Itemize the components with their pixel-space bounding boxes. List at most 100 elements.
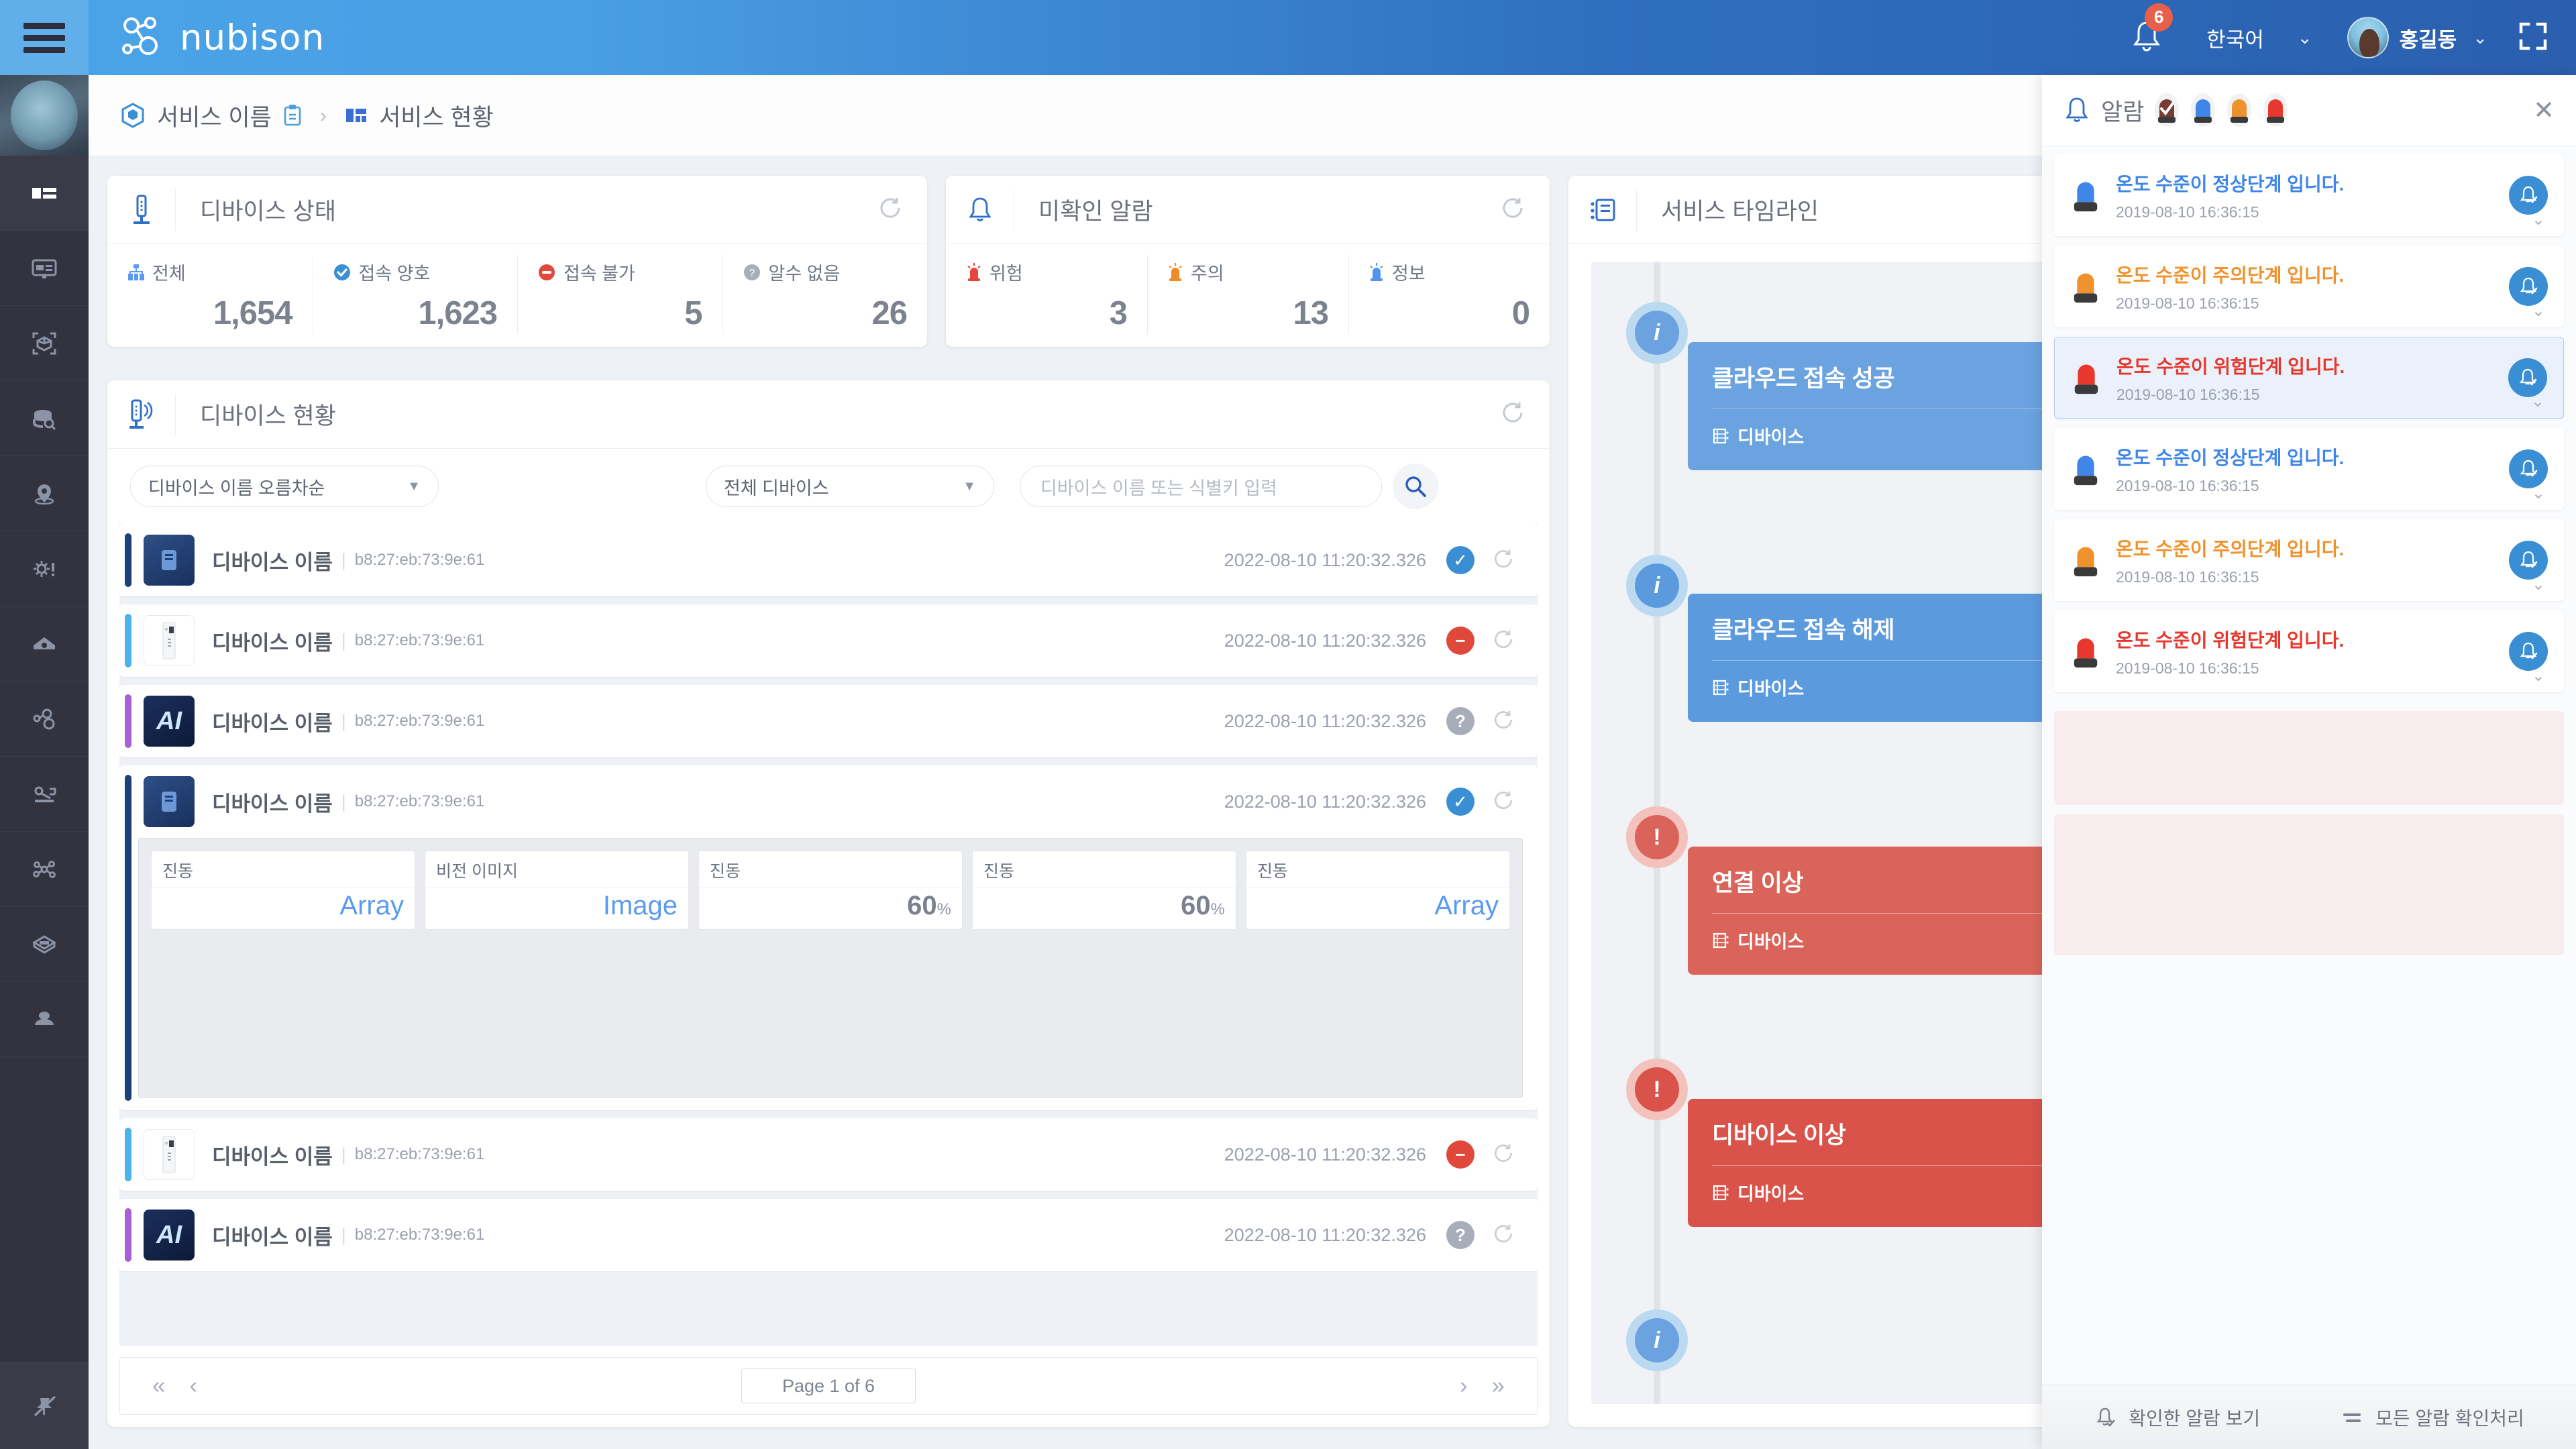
search-input[interactable]: 디바이스 이름 또는 식별키 입력 — [1020, 466, 1382, 507]
lamp-filter-all-checked[interactable] — [2153, 93, 2180, 129]
row-refresh-icon[interactable] — [1492, 628, 1515, 654]
chevron-down-icon[interactable]: ⌄ — [2532, 484, 2545, 503]
alarm-stat-danger: 위험 3 — [946, 244, 1147, 345]
chevron-down-icon[interactable]: ⌄ — [2298, 28, 2312, 48]
sensor-value[interactable]: Array — [339, 891, 404, 920]
sidebar-item-database-search[interactable] — [0, 381, 89, 456]
timeline-event-key: 디바이스 — [1737, 932, 1805, 952]
refresh-icon[interactable] — [1500, 195, 1525, 224]
list-icon — [2343, 1413, 2361, 1422]
breadcrumb-service[interactable]: 서비스 이름 — [119, 99, 303, 133]
sidebar-item-monitor[interactable] — [0, 231, 89, 306]
list-item[interactable]: 온도 수준이 위험단계 입니다. 2019-08-10 16:36:15 ⌄ — [2054, 610, 2564, 692]
stat-total-value: 1,654 — [213, 295, 293, 331]
sidebar-item-location[interactable] — [0, 456, 89, 531]
clipboard-icon[interactable] — [282, 104, 303, 127]
sensor-tile[interactable]: 진동 Array — [1246, 851, 1510, 930]
alarm-time: 2019-08-10 16:36:15 — [2116, 294, 2259, 312]
row-refresh-icon[interactable] — [1492, 789, 1515, 815]
row-refresh-icon[interactable] — [1492, 708, 1515, 735]
chevron-down-icon[interactable]: ⌄ — [2532, 301, 2545, 321]
left-sidebar — [0, 75, 89, 1449]
refresh-icon[interactable] — [877, 195, 903, 224]
alarm-message: 온도 수준이 정상단계 입니다. — [2116, 173, 2345, 195]
breadcrumb-separator: › — [319, 103, 327, 127]
alarm-time: 2019-08-10 16:36:15 — [2116, 659, 2259, 677]
hamburger-menu-button[interactable] — [0, 0, 89, 75]
breadcrumb-page[interactable]: 서비스 현황 — [344, 99, 494, 133]
sidebar-item-network-nodes[interactable] — [0, 682, 89, 757]
device-filter-select[interactable]: 전체 디바이스 ▼ — [706, 466, 994, 507]
user-chevron-down-icon[interactable]: ⌄ — [2473, 28, 2487, 48]
pagination-next-button[interactable]: › — [1448, 1373, 1480, 1399]
confirm-alarm-button[interactable] — [2509, 632, 2548, 671]
confirm-alarm-button[interactable] — [2509, 449, 2548, 488]
sidebar-unpin-button[interactable] — [0, 1362, 89, 1449]
sidebar-item-box-scan[interactable] — [0, 306, 89, 381]
table-row[interactable]: AI 디바이스 이름 | b8:27:eb:73:9e:61 2022-08-1… — [119, 1199, 1538, 1271]
sidebar-item-molecule[interactable] — [0, 832, 89, 907]
sidebar-item-dashboard[interactable] — [0, 156, 89, 231]
lamp-filter-orange[interactable] — [2226, 93, 2253, 129]
fullscreen-icon[interactable] — [2518, 21, 2548, 54]
sort-select[interactable]: 디바이스 이름 오름차순 ▼ — [130, 466, 439, 507]
sensor-tile[interactable]: 진동 Array — [151, 851, 415, 930]
sensor-label: 진동 — [152, 851, 415, 888]
refresh-icon[interactable] — [1500, 400, 1525, 429]
alarm-panel-header: 알람 ✕ — [2042, 75, 2576, 146]
table-row[interactable]: 디바이스 이름 | b8:27:eb:73:9e:61 2022-08-10 1… — [119, 604, 1538, 677]
sensor-value[interactable]: Array — [1434, 891, 1499, 920]
sidebar-item-wrench-tool[interactable] — [0, 757, 89, 832]
sensor-tile[interactable]: 진동 60% — [972, 851, 1236, 930]
sensor-tile[interactable]: 비전 이미지 Image — [425, 851, 689, 930]
confirm-alarm-button[interactable] — [2509, 176, 2548, 215]
notification-bell-button[interactable]: 6 — [2114, 3, 2180, 56]
sensor-tile[interactable]: 진동 60% — [698, 851, 963, 930]
pagination-first-button[interactable]: « — [140, 1373, 177, 1399]
list-item[interactable]: 온도 수준이 정상단계 입니다. 2019-08-10 16:36:15 ⌄ — [2054, 154, 2564, 236]
table-row[interactable]: 디바이스 이름 | b8:27:eb:73:9e:61 2022-08-10 1… — [119, 524, 1538, 596]
table-row-expanded[interactable]: 디바이스 이름 | b8:27:eb:73:9e:61 2022-08-10 1… — [119, 765, 1538, 1110]
user-name[interactable]: 홍길동 — [2400, 23, 2457, 53]
avatar[interactable] — [2347, 17, 2389, 58]
timeline-node-info[interactable]: i — [1626, 1309, 1688, 1371]
sidebar-item-user[interactable] — [0, 982, 89, 1057]
stat-total-label: 전체 — [152, 264, 186, 284]
table-row[interactable]: 디바이스 이름 | b8:27:eb:73:9e:61 2022-08-10 1… — [119, 1118, 1538, 1191]
chevron-down-icon[interactable]: ⌄ — [2532, 575, 2545, 594]
list-item[interactable]: 온도 수준이 주의단계 입니다. 2019-08-10 16:36:15 ⌄ — [2054, 246, 2564, 327]
table-row[interactable]: AI 디바이스 이름 | b8:27:eb:73:9e:61 2022-08-1… — [119, 685, 1538, 757]
sidebar-item-sensor-alert[interactable] — [0, 531, 89, 606]
language-selector[interactable]: 한국어 — [2206, 23, 2264, 53]
row-refresh-icon[interactable] — [1492, 1222, 1515, 1248]
row-refresh-icon[interactable] — [1492, 1142, 1515, 1168]
list-item[interactable]: 온도 수준이 위험단계 입니다. 2019-08-10 16:36:15 ⌄ — [2054, 337, 2564, 419]
bell-check-icon — [2096, 1407, 2115, 1427]
confirm-all-alarms-button[interactable]: 모든 알람 확인처리 — [2341, 1404, 2524, 1431]
list-item[interactable]: 온도 수준이 정상단계 입니다. 2019-08-10 16:36:15 ⌄ — [2054, 428, 2564, 510]
chevron-down-icon[interactable]: ⌄ — [2532, 666, 2545, 686]
device-list-rows[interactable]: 디바이스 이름 | b8:27:eb:73:9e:61 2022-08-10 1… — [119, 524, 1538, 1346]
list-item[interactable]: 온도 수준이 주의단계 입니다. 2019-08-10 16:36:15 ⌄ — [2054, 519, 2564, 601]
pagination-last-button[interactable]: » — [1480, 1373, 1517, 1399]
stat-connected-value: 1,623 — [418, 295, 498, 331]
row-refresh-icon[interactable] — [1492, 547, 1515, 574]
chevron-down-icon[interactable]: ⌄ — [2531, 392, 2544, 411]
view-confirmed-alarms-button[interactable]: 확인한 알람 보기 — [2094, 1404, 2260, 1431]
lamp-filter-red[interactable] — [2262, 93, 2289, 129]
sidebar-item-package[interactable] — [0, 907, 89, 982]
close-icon[interactable]: ✕ — [2533, 95, 2555, 125]
search-button[interactable] — [1393, 464, 1438, 509]
sidebar-item-home-camera[interactable] — [0, 606, 89, 682]
hamburger-icon — [23, 17, 65, 59]
pagination-prev-button[interactable]: ‹ — [177, 1373, 209, 1399]
confirm-alarm-button[interactable] — [2509, 267, 2548, 306]
chevron-down-icon[interactable]: ⌄ — [2532, 210, 2545, 229]
device-thumbnail — [144, 776, 195, 827]
lamp-filter-blue[interactable] — [2190, 93, 2216, 129]
alarm-item-list[interactable]: 온도 수준이 정상단계 입니다. 2019-08-10 16:36:15 ⌄ 온… — [2042, 146, 2576, 1385]
brand[interactable]: nubison — [117, 14, 325, 61]
alarm-stat-warning-value: 13 — [1293, 295, 1329, 331]
confirm-alarm-button[interactable] — [2509, 541, 2548, 580]
sensor-value[interactable]: Image — [603, 891, 678, 920]
